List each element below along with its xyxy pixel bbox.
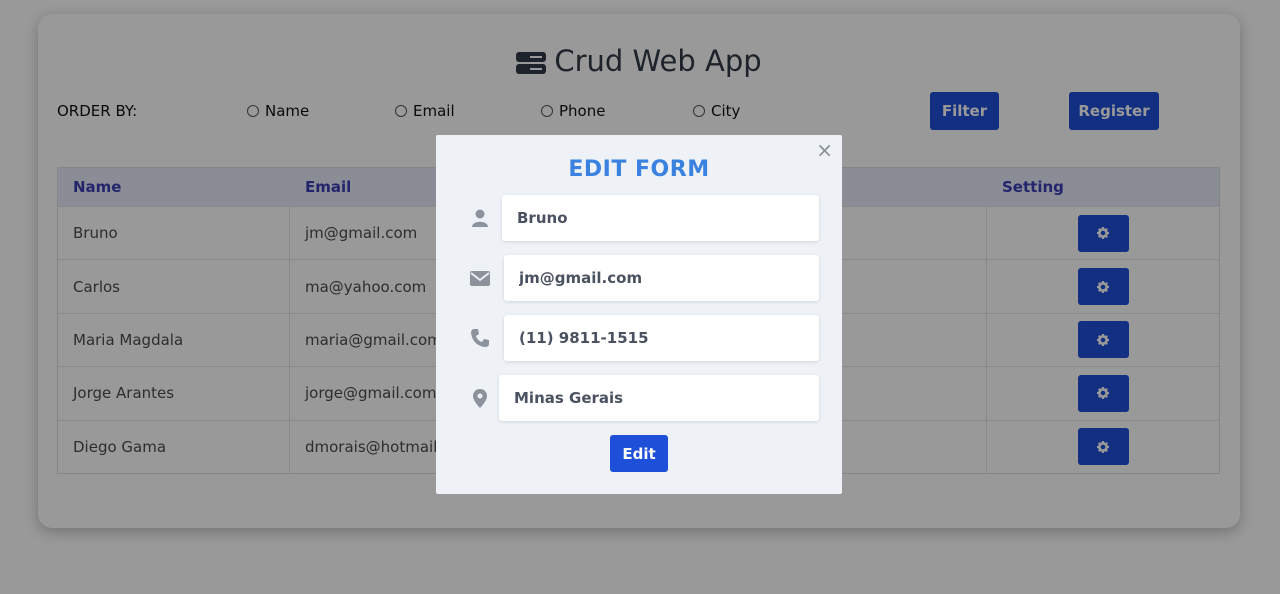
map-marker-icon	[468, 388, 492, 408]
modal-title: EDIT FORM	[568, 157, 710, 182]
envelope-icon	[468, 268, 492, 288]
email-field-row	[436, 255, 842, 301]
name-input[interactable]	[502, 195, 819, 241]
name-field-row	[436, 195, 842, 241]
edit-submit-button[interactable]: Edit	[610, 435, 668, 472]
city-input[interactable]	[499, 375, 819, 421]
city-field-row	[436, 375, 842, 421]
phone-field-row	[436, 315, 842, 361]
edit-form-modal: × EDIT FORM Edit	[436, 135, 842, 494]
phone-icon	[468, 328, 492, 348]
email-input[interactable]	[504, 255, 819, 301]
phone-input[interactable]	[504, 315, 819, 361]
user-icon	[468, 208, 492, 228]
